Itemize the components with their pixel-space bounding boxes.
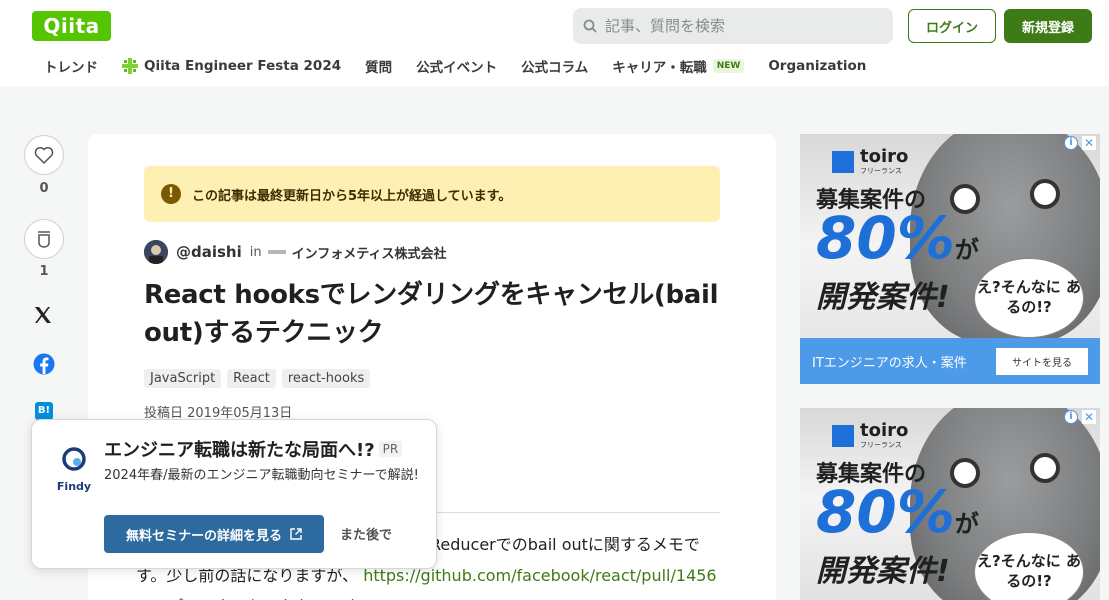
nav-item-festa[interactable]: Qiita Engineer Festa 2024 (122, 58, 341, 74)
ad-subheadline: 開発案件! (816, 280, 950, 315)
nav-item-label: 公式イベント (416, 60, 498, 76)
hatena-bookmark-icon[interactable]: B! (35, 402, 53, 420)
ad-percentage-suffix: が (954, 510, 979, 538)
ad-visit-button[interactable]: サイトを見る (996, 347, 1088, 375)
findy-logo-icon (62, 447, 86, 471)
nav-item-label: 質問 (365, 60, 393, 76)
ad-brand-sub: フリーランス (860, 441, 902, 449)
festa-icon (122, 58, 138, 74)
nav-item-columns[interactable]: 公式コラム (521, 56, 588, 76)
toiro-logo-icon (832, 151, 854, 173)
ad-footer-text: ITエンジニアの求人・案件 (812, 355, 967, 371)
avatar[interactable] (144, 240, 168, 264)
search-icon (583, 19, 597, 33)
share-x-button[interactable] (33, 305, 53, 329)
tag-list: JavaScript React react-hooks (144, 369, 376, 388)
nav-item-label: トレンド (44, 60, 98, 76)
nav-item-questions[interactable]: 質問 (365, 56, 392, 76)
nav-item-label: Qiita Engineer Festa 2024 (144, 58, 342, 74)
nav-item-label: キャリア・転職 (612, 60, 707, 76)
ad-banner-bottom[interactable]: toiro フリーランス 募集案件の 80%が 開発案件! え?そんなに あるの… (800, 408, 1100, 600)
avatar-image (144, 240, 168, 264)
organization-name[interactable]: インフォメティス株式会社 (292, 243, 447, 262)
organization-logo (267, 250, 286, 254)
ad-brand-name: toiro (860, 146, 909, 167)
nav-item-career[interactable]: キャリア・転職 NEW (612, 56, 745, 76)
like-button[interactable] (24, 135, 64, 175)
ad-close-icon[interactable]: ✕ (1082, 410, 1096, 424)
ad-brand: toiro フリーランス (832, 148, 908, 176)
ad-footer: ITエンジニアの求人・案件 サイトを見る (800, 338, 1100, 384)
ad-brand: toiro フリーランス (832, 422, 908, 450)
qiita-logo[interactable]: Qiita (32, 11, 111, 41)
popup-body: 2024年春/最新のエンジニア転職動向セミナーで解説! (104, 468, 419, 483)
ad-subheadline: 開発案件! (816, 554, 950, 589)
stock-icon (38, 231, 50, 248)
ad-percentage-value: 80% (816, 478, 955, 546)
nav-item-label: 公式コラム (521, 60, 589, 76)
ad-banner-top[interactable]: toiro フリーランス 募集案件の 80%が 開発案件! え?そんなに あるの… (800, 134, 1100, 384)
ad-speech-bubble: え?そんなに あるの!? (974, 258, 1084, 338)
facebook-icon (33, 353, 55, 375)
tag-react[interactable]: React (227, 369, 276, 388)
popup-title: エンジニア転職は新たな局面へ!? PR (104, 436, 403, 462)
author-name[interactable]: @daishi (176, 243, 242, 261)
main-nav: トレンド Qiita Engineer Festa 2024 質問 公式イベント… (32, 52, 890, 80)
tag-react-hooks[interactable]: react-hooks (281, 369, 371, 388)
ad-info-icon[interactable]: i (1064, 410, 1078, 424)
popup-title-text: エンジニア転職は新たな局面へ!? (104, 440, 375, 461)
findy-popup: Findy エンジニア転職は新たな局面へ!? PR 2024年春/最新のエンジニ… (31, 419, 437, 569)
ad-info-icon[interactable]: i (1064, 136, 1078, 150)
seminar-details-label: 無料セミナーの詳細を見る (125, 528, 282, 544)
findy-name: Findy (56, 480, 92, 493)
ad-brand-sub: フリーランス (860, 167, 902, 175)
in-label: in (249, 244, 262, 260)
ad-brand-name: toiro (860, 420, 909, 441)
ad-percentage-suffix: が (954, 236, 979, 264)
alert-text: この記事は最終更新日から5年以上が経過しています。 (192, 188, 512, 204)
pr-badge: PR (378, 441, 403, 457)
cat-eye (1030, 453, 1060, 483)
login-button[interactable]: ログイン (908, 9, 996, 43)
cat-eye (1030, 179, 1060, 209)
later-button[interactable]: また後で (340, 524, 392, 543)
share-facebook-button[interactable] (33, 353, 55, 379)
article-title: React hooksでレンダリングをキャンセル(bail out)するテクニッ… (144, 280, 719, 348)
tag-javascript[interactable]: JavaScript (144, 369, 222, 388)
outdated-alert: ! この記事は最終更新日から5年以上が経過しています。 (144, 166, 720, 222)
external-link-icon (290, 528, 302, 540)
site-header: Qiita ログイン 新規登録 トレンド Qiita Engineer Fest… (0, 0, 1109, 86)
body-line: 9 のプルリクで入ったものです。 (136, 591, 720, 600)
toiro-logo-icon (832, 425, 854, 447)
ad-percentage-value: 80% (816, 204, 955, 272)
stock-button[interactable] (24, 219, 64, 259)
heart-icon (34, 147, 54, 164)
nav-item-trend[interactable]: トレンド (44, 56, 98, 76)
nav-item-events[interactable]: 公式イベント (416, 56, 497, 76)
seminar-details-button[interactable]: 無料セミナーの詳細を見る (104, 515, 324, 553)
author-row: @daishi in インフォメティス株式会社 (144, 240, 446, 264)
nav-item-label: Organization (768, 58, 867, 74)
nav-item-organization[interactable]: Organization (768, 58, 866, 74)
warning-icon: ! (161, 184, 181, 204)
signup-button[interactable]: 新規登録 (1004, 9, 1092, 43)
like-count: 0 (39, 181, 49, 196)
findy-logo: Findy (54, 446, 94, 493)
search-input[interactable] (605, 17, 875, 35)
ad-close-icon[interactable]: ✕ (1082, 136, 1096, 150)
search-box[interactable] (573, 8, 893, 44)
stock-count: 1 (39, 264, 49, 279)
x-logo-icon (35, 307, 51, 323)
new-badge: NEW (712, 59, 745, 73)
